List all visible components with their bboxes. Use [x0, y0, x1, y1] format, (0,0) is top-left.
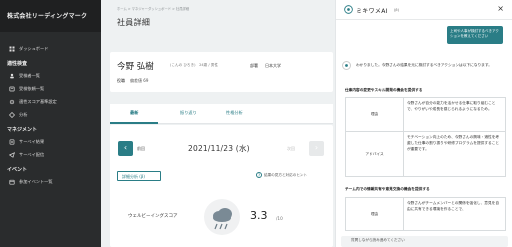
person-name: 今野 弘樹	[117, 62, 154, 72]
chevron-left-icon: ‹	[123, 143, 128, 152]
sidebar-item-label: 参加イベント一覧	[19, 179, 53, 184]
chat-input[interactable]: 質問しながら読み進めてください	[341, 236, 508, 247]
survey-send-icon	[8, 152, 15, 158]
rain-cloud-icon	[204, 199, 240, 235]
person-card: 今野 弘樹 (こんの ひろき) 24歳 / 男性 部署 日本大学 役職 偏差値 …	[110, 52, 333, 92]
sidebar-item-label: 分析	[19, 112, 28, 117]
sidebar-section-title: イベント	[7, 167, 28, 173]
wellbeing-label: ウェルビーイングスコア	[128, 214, 178, 219]
section2-title: チーム内での情報共有や意見交換の機会を提供する	[345, 187, 430, 191]
wellbeing-score: 3.3	[250, 209, 268, 222]
dashboard-icon	[9, 46, 15, 52]
tab-latest[interactable]: 最新	[130, 110, 138, 116]
sidebar-item-label: 適性スコア基準設定	[19, 99, 57, 104]
table-row-label: 理由	[346, 98, 404, 131]
sidebar-item[interactable]: サーベイ配信	[0, 149, 101, 161]
breadcrumb: ホーム > マネジャーダッシュボード > 社員詳細	[117, 7, 190, 11]
table-row: 理由 今野さんがチームメンバーとの関係を強化し、意見を自由に共有できる環境を作る…	[346, 198, 505, 230]
chat-header: ミキワメAI (β) ×	[336, 0, 512, 20]
bot-intro: わかりました。今野さんの結果を元に検討するべきアクションは以下になります。	[356, 63, 492, 67]
section1-table: 理由 今野さんが自分の能力を活かせる仕事に取り組むことで、やりがいや成長を感じら…	[345, 97, 506, 177]
bot-avatar-icon	[342, 61, 351, 70]
sidebar-item[interactable]: サーベイ結果	[0, 136, 101, 148]
sidebar-item-label: ダッシュボード	[19, 46, 49, 51]
sidebar-section-title: マネジメント	[7, 127, 38, 133]
dept-value: 日本大学	[265, 63, 281, 68]
brand-name: 株式会社リーディングマーク	[0, 0, 101, 32]
user-message: 上司や人事が検討するべきアクションを教えてください	[447, 26, 503, 44]
prev-label: 前回	[137, 146, 145, 151]
chevron-right-icon: ›	[314, 143, 319, 152]
close-icon[interactable]: ×	[497, 4, 504, 13]
section2-table: 理由 今野さんがチームメンバーとの関係を強化し、意見を自由に共有できる環境を作る…	[345, 197, 506, 231]
sidebar-nav: ダッシュボード適性検査受検者一覧受検依頼一覧適性スコア基準設定 分析マネジメントサ…	[0, 32, 101, 188]
sidebar-item-label: サーベイ結果	[19, 139, 45, 144]
sidebar-item[interactable]: 受検依頼一覧	[0, 83, 101, 95]
ai-chat-panel: ミキワメAI (β) × 上司や人事が検討するべきアクションを教えてください わ…	[335, 0, 512, 247]
sidebar-item-label: 受検依頼一覧	[19, 86, 45, 91]
table-row-label: 理由	[346, 198, 404, 230]
sidebar-item[interactable]: ダッシュボード	[0, 43, 101, 55]
sidebar-item[interactable]: 適性スコア基準設定	[0, 96, 101, 108]
sidebar-item[interactable]: 参加イベント一覧	[0, 176, 101, 188]
sidebar-item-label: サーベイ配信	[19, 152, 45, 157]
tab-personality[interactable]: 性格分析	[226, 110, 243, 116]
person-kana: (こんの ひろき) 24歳 / 男性	[170, 63, 218, 67]
mikiwame-logo-icon	[344, 5, 353, 14]
table-row: アドバイス モチベーション向上のため、今野さんの興味・適性を考慮した仕事の割り振…	[346, 132, 505, 176]
sidebar: 株式会社リーディングマーク ダッシュボード適性検査受検者一覧受検依頼一覧適性スコ…	[0, 0, 101, 247]
table-row: 理由 今野さんが自分の能力を活かせる仕事に取り組むことで、やりがいや成長を感じら…	[346, 98, 505, 132]
table-row-label: アドバイス	[346, 132, 404, 176]
event-icon	[9, 179, 15, 185]
settings-icon	[9, 99, 15, 105]
position-value: 偏差値 69	[130, 78, 149, 83]
tab-bar: 最新 振り返り 性格分析	[110, 104, 333, 124]
sidebar-item[interactable]: 受検者一覧	[0, 70, 101, 82]
position-label: 役職	[117, 78, 125, 83]
table-row-text: モチベーション向上のため、今野さんの興味・適性を考慮した仕事の割り振りや研修プロ…	[407, 135, 500, 151]
next-button[interactable]: ›	[309, 141, 324, 156]
active-tab-indicator	[110, 122, 158, 124]
users-icon	[9, 73, 15, 79]
hint-text: 結果の見方と対応のヒント	[264, 172, 308, 177]
request-icon	[9, 86, 15, 92]
sidebar-item-label: 受検者一覧	[19, 73, 40, 78]
help-icon: ?	[256, 172, 262, 178]
wellbeing-score-max: /10	[276, 216, 283, 221]
section1-title: 仕事内容の変更やスキル開発の機会を提供する	[345, 88, 423, 92]
analysis-icon	[9, 112, 15, 118]
dept-label: 部署	[250, 63, 258, 68]
hint-link[interactable]: ? 結果の見方と対応のヒント	[256, 172, 307, 178]
chat-beta-badge: (β)	[394, 8, 399, 12]
tab-review[interactable]: 振り返り	[180, 110, 197, 116]
survey-result-icon	[9, 139, 15, 145]
page-title: 社員詳細	[117, 18, 151, 27]
detail-analysis-button[interactable]: 詳細分析 (β)	[117, 171, 161, 181]
main-content: ホーム > マネジャーダッシュボード > 社員詳細 社員詳細 今野 弘樹 (こん…	[101, 0, 335, 247]
current-date: 2021/11/23 (水)	[188, 144, 250, 153]
chat-title: ミキワメAI	[356, 8, 388, 15]
table-row-text: 今野さんが自分の能力を活かせる仕事に取り組むことで、やりがいや成長を感じられるよ…	[407, 101, 496, 111]
sidebar-item[interactable]: 分析	[0, 109, 101, 121]
next-label: 次回	[287, 146, 295, 151]
result-card: ‹ 前回 2021/11/23 (水) 次回 › 詳細分析 (β) ? 結果の見…	[110, 125, 333, 247]
table-row-text: 今野さんがチームメンバーとの関係を強化し、意見を自由に共有できる環境を作ることで…	[407, 201, 500, 211]
prev-button[interactable]: ‹	[118, 141, 133, 156]
sidebar-section-title: 適性検査	[7, 61, 28, 67]
